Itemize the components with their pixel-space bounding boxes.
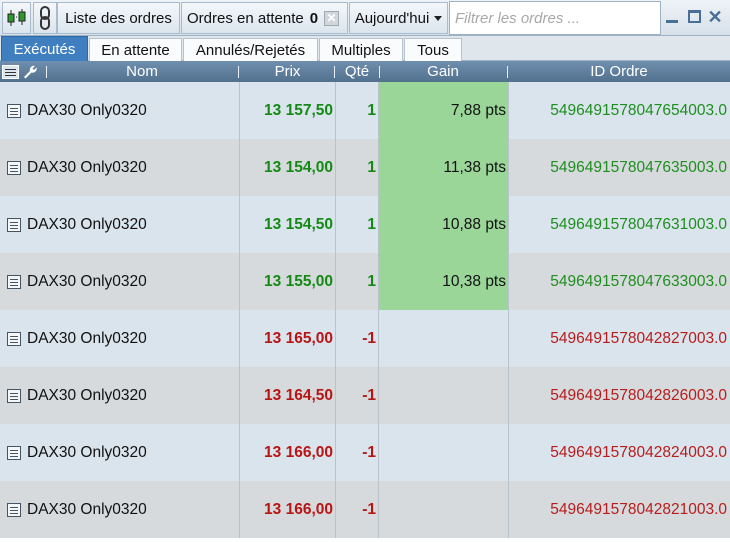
clear-icon[interactable]: ✕ — [324, 10, 340, 26]
period-label: Aujourd'hui — [354, 9, 430, 27]
tab-multiples[interactable]: Multiples — [319, 38, 403, 61]
order-details-icon[interactable] — [3, 196, 25, 253]
order-details-icon[interactable] — [3, 367, 25, 424]
cell-prix: 13 155,00 — [239, 253, 335, 310]
cell-prix: 13 154,50 — [239, 196, 335, 253]
column-header-gain[interactable]: Gain — [379, 61, 507, 82]
table-row[interactable]: DAX30 Only0320 13 165,00 -1 549649157804282… — [0, 310, 730, 367]
cell-nom: DAX30 Only0320 — [27, 329, 147, 347]
cell-qte: -1 — [335, 424, 378, 481]
cell-id-ordre: 5496491578047631003.0 — [508, 196, 730, 253]
cell-gain — [378, 424, 508, 481]
pending-orders-count: 0 — [309, 9, 319, 27]
filter-input[interactable]: Filtrer les ordres ... — [449, 1, 661, 35]
tab-en-attente[interactable]: En attente — [89, 38, 182, 61]
cell-qte: 1 — [335, 253, 378, 310]
order-details-icon[interactable] — [3, 82, 25, 139]
cell-prix: 13 154,00 — [239, 139, 335, 196]
cell-qte: -1 — [335, 310, 378, 367]
cell-nom: DAX30 Only0320 — [27, 386, 147, 404]
column-divider[interactable] — [238, 66, 239, 78]
order-details-icon[interactable] — [3, 310, 25, 367]
status-tabs: Exécutés En attente Annulés/Rejetés Mult… — [0, 36, 730, 61]
cell-gain — [378, 310, 508, 367]
order-list-button[interactable]: Liste des ordres — [57, 2, 180, 34]
order-details-icon[interactable] — [3, 253, 25, 310]
column-header-prix[interactable]: Prix — [240, 61, 335, 82]
cell-qte: -1 — [335, 481, 378, 538]
cell-id-ordre: 5496491578047635003.0 — [508, 139, 730, 196]
toolbar: Liste des ordres Ordres en attente 0 ✕ A… — [0, 0, 730, 36]
column-header-nom[interactable]: Nom — [46, 61, 238, 82]
cell-qte: 1 — [335, 139, 378, 196]
order-details-icon[interactable] — [3, 424, 25, 481]
cell-id-ordre: 5496491578042821003.0 — [508, 481, 730, 538]
cell-nom: DAX30 Only0320 — [27, 500, 147, 518]
cell-nom: DAX30 Only0320 — [27, 215, 147, 233]
close-icon[interactable]: ✕ — [706, 7, 724, 27]
cell-prix: 13 165,00 — [239, 310, 335, 367]
wrench-icon[interactable] — [22, 64, 38, 80]
cell-nom: DAX30 Only0320 — [27, 101, 147, 119]
cell-id-ordre: 5496491578047633003.0 — [508, 253, 730, 310]
pending-orders-label: Ordres en attente — [187, 9, 304, 27]
maximize-icon[interactable] — [685, 7, 703, 27]
chain-link-icon — [40, 6, 50, 30]
header-icons — [2, 61, 46, 82]
cell-id-ordre: 5496491578042824003.0 — [508, 424, 730, 481]
cell-qte: 1 — [335, 196, 378, 253]
columns-menu-icon[interactable] — [2, 64, 19, 79]
table-row[interactable]: DAX30 Only0320 13 157,50 1 7,88 pts 54964915… — [0, 82, 730, 139]
cell-id-ordre: 5496491578042826003.0 — [508, 367, 730, 424]
candlestick-icon — [7, 9, 25, 26]
cell-prix: 13 166,00 — [239, 424, 335, 481]
cell-gain — [378, 481, 508, 538]
chevron-down-icon — [434, 15, 443, 21]
cell-gain: 11,38 pts — [378, 139, 508, 196]
order-details-icon[interactable] — [3, 481, 25, 538]
link-button[interactable] — [33, 2, 57, 34]
column-divider[interactable] — [334, 66, 335, 78]
cell-gain — [378, 367, 508, 424]
cell-nom: DAX30 Only0320 — [27, 272, 147, 290]
tab-tous[interactable]: Tous — [404, 38, 462, 61]
cell-id-ordre: 5496491578047654003.0 — [508, 82, 730, 139]
cell-qte: -1 — [335, 367, 378, 424]
table-row[interactable]: DAX30 Only0320 13 164,50 -1 549649157804282… — [0, 367, 730, 424]
period-dropdown[interactable]: Aujourd'hui — [349, 2, 448, 34]
tab-executes[interactable]: Exécutés — [1, 36, 88, 61]
cell-prix: 13 157,50 — [239, 82, 335, 139]
column-header-id-ordre[interactable]: ID Ordre — [508, 61, 730, 82]
column-header-qte[interactable]: Qté — [336, 61, 378, 82]
minimize-icon[interactable] — [663, 7, 681, 27]
cell-nom: DAX30 Only0320 — [27, 443, 147, 461]
chart-candles-button[interactable] — [2, 2, 31, 34]
cell-qte: 1 — [335, 82, 378, 139]
pending-orders-button[interactable]: Ordres en attente 0 ✕ — [181, 2, 348, 34]
tab-annules-rejetes[interactable]: Annulés/Rejetés — [183, 38, 318, 61]
cell-nom: DAX30 Only0320 — [27, 158, 147, 176]
cell-id-ordre: 5496491578042827003.0 — [508, 310, 730, 367]
table-row[interactable]: DAX30 Only0320 13 154,00 1 11,38 pts 5496491… — [0, 139, 730, 196]
table-header: Nom Prix Qté Gain ID Ordre — [0, 61, 730, 82]
table-row[interactable]: DAX30 Only0320 13 154,50 1 10,88 pts 5496491… — [0, 196, 730, 253]
order-details-icon[interactable] — [3, 139, 25, 196]
cell-gain: 7,88 pts — [378, 82, 508, 139]
table-row[interactable]: DAX30 Only0320 13 166,00 -1 549649157804282… — [0, 424, 730, 481]
cell-prix: 13 164,50 — [239, 367, 335, 424]
table-row[interactable]: DAX30 Only0320 13 166,00 -1 549649157804282… — [0, 481, 730, 538]
cell-gain: 10,38 pts — [378, 253, 508, 310]
cell-prix: 13 166,00 — [239, 481, 335, 538]
table-row[interactable]: DAX30 Only0320 13 155,00 1 10,38 pts 5496491… — [0, 253, 730, 310]
cell-gain: 10,88 pts — [378, 196, 508, 253]
